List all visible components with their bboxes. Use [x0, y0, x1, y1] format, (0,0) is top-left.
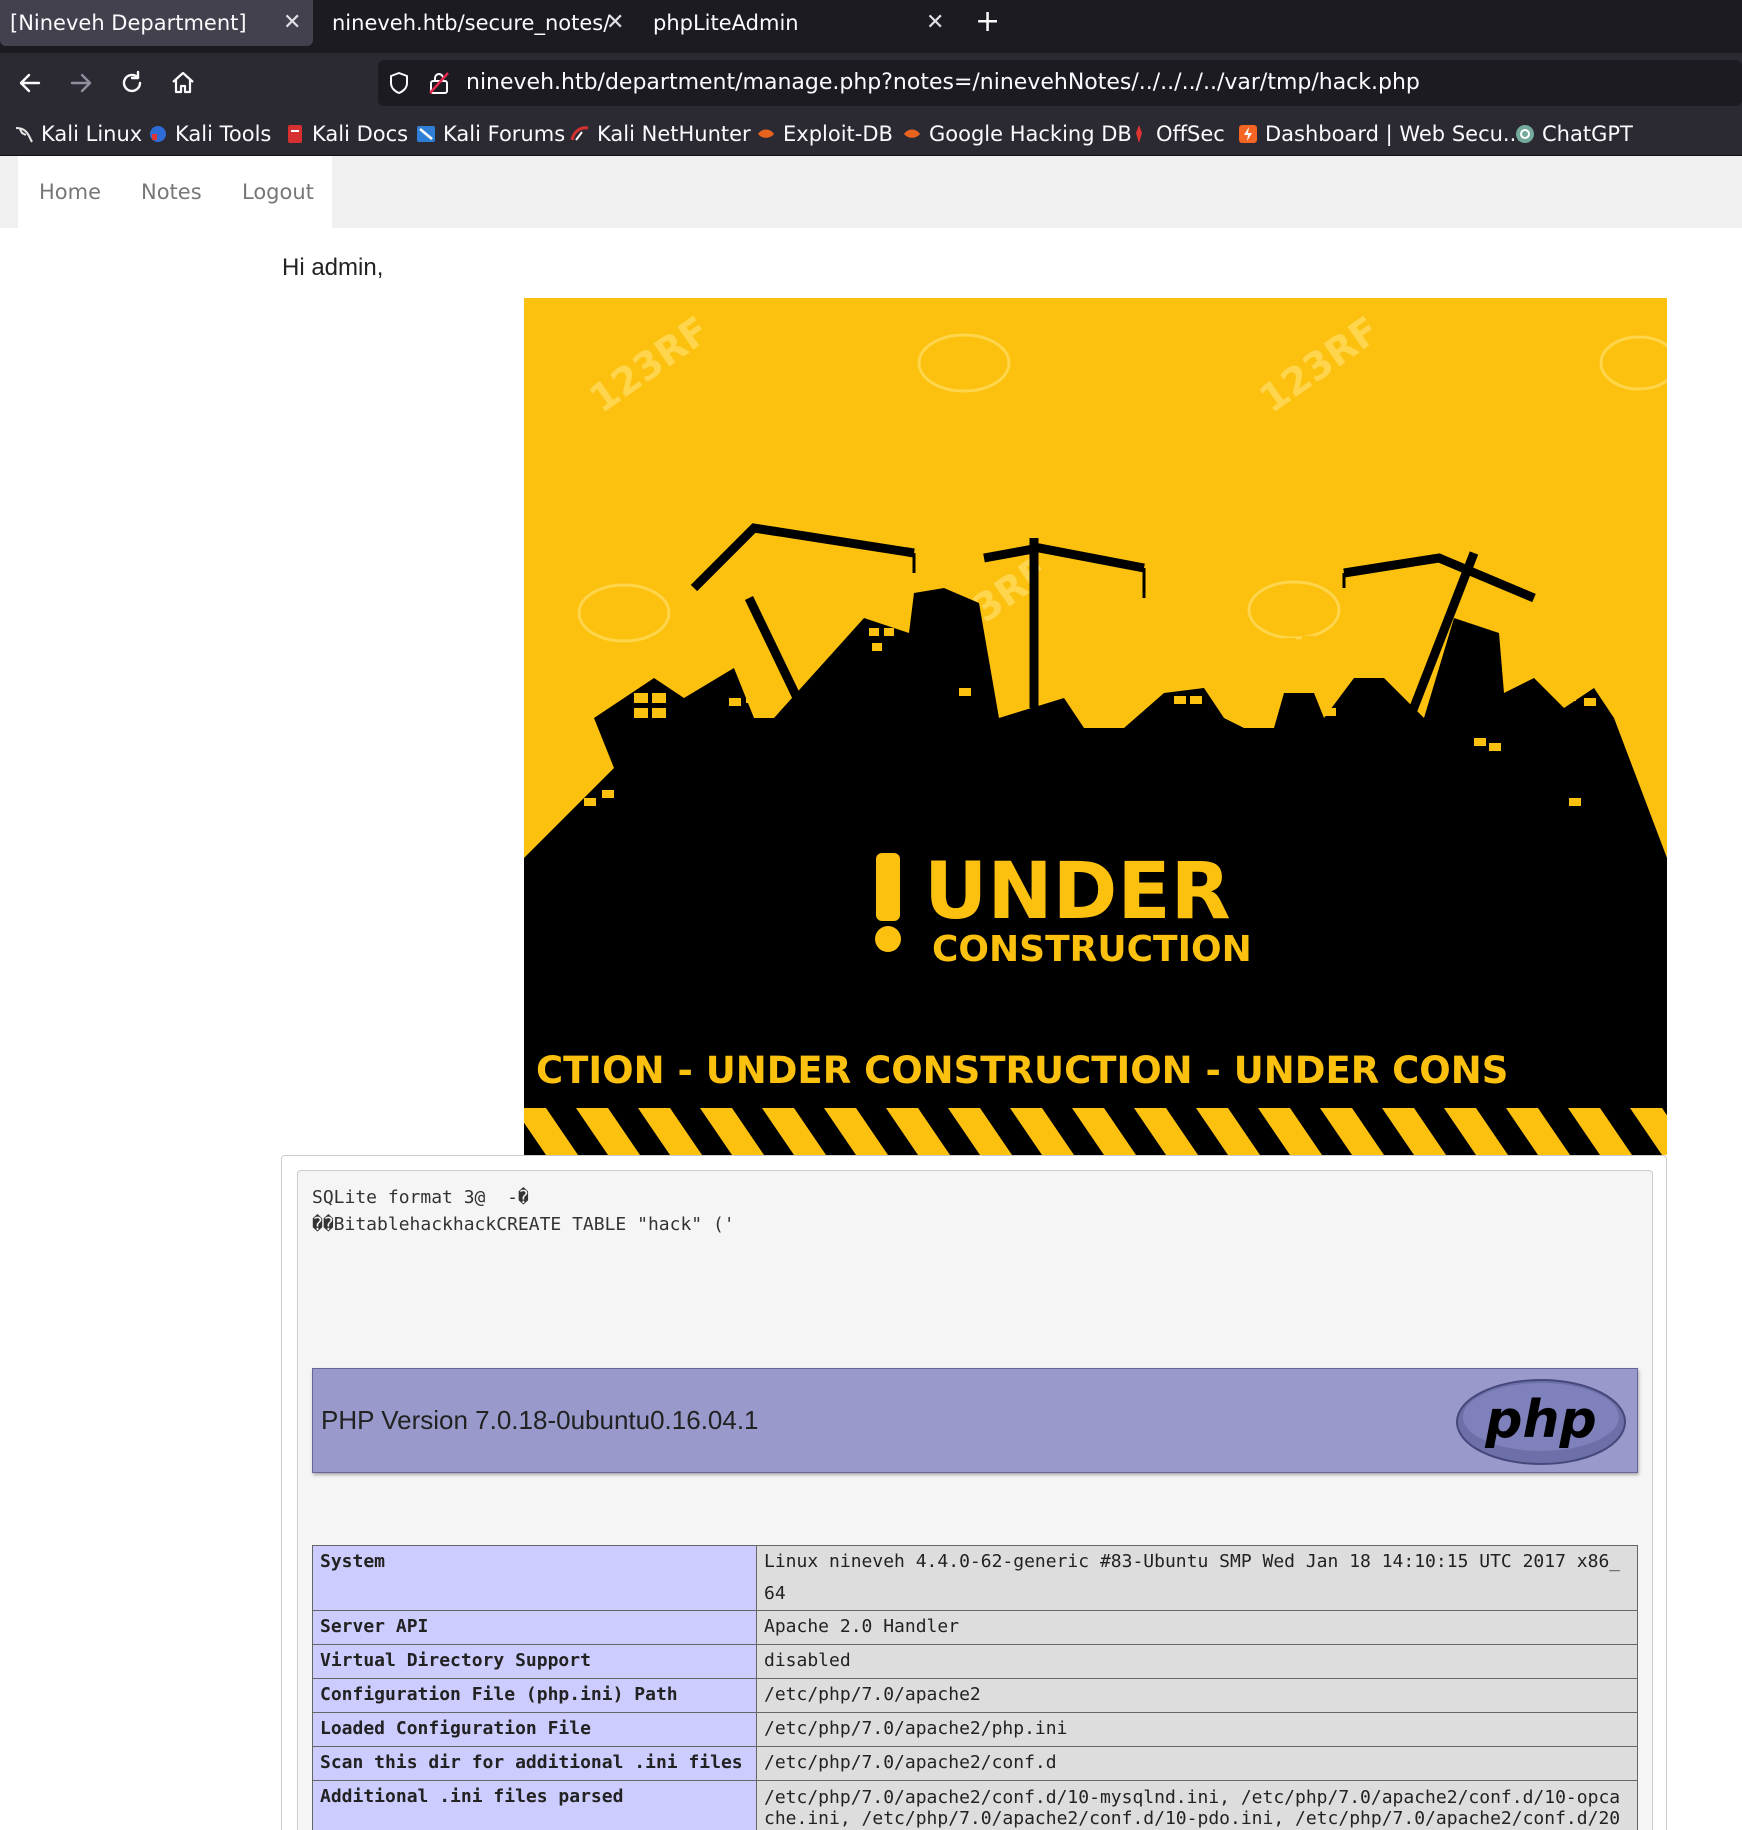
kali-tools-icon [150, 126, 166, 142]
site-navbar: Home Notes Logout [0, 156, 1742, 228]
tab-label: nineveh.htb/secure_notes/ [332, 11, 611, 35]
headline-under: UNDER [924, 847, 1231, 937]
row-value: disabled [756, 1644, 1638, 1679]
bookmark-label: Kali Tools [175, 122, 272, 146]
bookmark-label: Google Hacking DB [929, 122, 1132, 146]
tab-secure-notes[interactable]: nineveh.htb/secure_notes/ ✕ [322, 0, 624, 46]
table-row: Virtual Directory Support disabled [312, 1644, 1638, 1679]
url-bar[interactable]: nineveh.htb/department/manage.php?notes=… [378, 60, 1742, 106]
headline-construction: CONSTRUCTION [932, 929, 1252, 970]
table-row: Server API Apache 2.0 Handler [312, 1610, 1638, 1645]
php-version-text: PHP Version 7.0.18-0ubuntu0.16.04.1 [321, 1405, 759, 1435]
forward-button[interactable] [61, 63, 101, 103]
kali-docs-icon [288, 125, 302, 143]
reload-icon [122, 70, 142, 93]
ribbon-text: CTION - UNDER CONSTRUCTION - UNDER CONS [536, 1049, 1508, 1092]
php-logo-text: php [1484, 1390, 1596, 1450]
row-key: Configuration File (php.ini) Path [312, 1678, 757, 1713]
bookmark-label: Kali Docs [312, 122, 409, 146]
row-key: Loaded Configuration File [312, 1712, 757, 1747]
row-value: /etc/php/7.0/apache2/php.ini [756, 1712, 1638, 1747]
ghdb-icon [904, 129, 920, 138]
nav-link-notes[interactable]: Notes [141, 156, 202, 228]
row-key: System [312, 1545, 757, 1611]
row-value: /etc/php/7.0/apache2/conf.d [756, 1746, 1638, 1781]
tab-bar: [Nineveh Department] ✕ nineveh.htb/secur… [0, 0, 1742, 53]
reload-button[interactable] [112, 63, 152, 103]
phpinfo-table: System Linux nineveh 4.4.0-62-generic #83… [312, 1545, 1638, 1830]
site-nav-links: Home Notes Logout [18, 156, 332, 228]
row-value: /etc/php/7.0/apache2 [756, 1678, 1638, 1713]
insecure-lock-icon[interactable] [428, 71, 450, 95]
tab-nineveh-department[interactable]: [Nineveh Department] ✕ [0, 0, 313, 46]
close-tab-icon[interactable]: ✕ [283, 0, 301, 46]
home-icon [172, 71, 194, 94]
bookmark-label: Kali NetHunter [597, 122, 751, 146]
arrow-left-icon [19, 73, 41, 93]
nav-link-logout[interactable]: Logout [242, 156, 314, 228]
bookmark-label: Dashboard | Web Secu... [1265, 122, 1523, 146]
home-button[interactable] [163, 63, 203, 103]
bookmark-label: OffSec [1156, 122, 1225, 146]
bookmark-label: ChatGPT [1542, 122, 1633, 146]
table-row: Scan this dir for additional .ini files /… [312, 1746, 1638, 1781]
close-tab-icon[interactable]: ✕ [606, 0, 624, 46]
tab-phpliteadmin[interactable]: phpLiteAdmin ✕ [643, 0, 944, 46]
bookmark-label: Exploit-DB [783, 122, 893, 146]
table-row: Additional .ini files parsed/etc/php/7.0… [312, 1780, 1638, 1830]
bookmark-label: Kali Forums [443, 122, 566, 146]
row-key: Additional .ini files parsed [312, 1780, 757, 1830]
back-button[interactable] [10, 63, 50, 103]
table-row: System Linux nineveh 4.4.0-62-generic #83… [312, 1545, 1638, 1611]
row-value: /etc/php/7.0/apache2/conf.d/10-mysqlnd.i… [756, 1780, 1638, 1830]
new-tab-button[interactable]: + [975, 0, 1000, 46]
arrow-right-icon [70, 73, 92, 93]
sqlite-table-text: ��BitablehackhackCREATE TABLE "hack" (' [312, 1214, 735, 1235]
sqlite-header-text: SQLite format 3@ -� [312, 1187, 529, 1208]
under-construction-image: 123RF 123RF 123RF UNDER CONSTRUCTION CTI… [524, 298, 1667, 1155]
exploit-db-icon [758, 129, 774, 138]
row-value: Apache 2.0 Handler [756, 1610, 1638, 1645]
navigation-toolbar: nineveh.htb/department/manage.php?notes=… [0, 53, 1742, 113]
php-logo: php [1456, 1379, 1626, 1465]
row-value: Linux nineveh 4.4.0-62-generic #83-Ubunt… [756, 1545, 1638, 1611]
kali-forums-icon [417, 126, 435, 142]
row-key: Virtual Directory Support [312, 1644, 757, 1679]
offsec-icon [1136, 125, 1142, 143]
bookmark-label: Kali Linux [41, 122, 143, 146]
tab-label: phpLiteAdmin [653, 11, 799, 35]
portswigger-icon [1239, 125, 1257, 143]
nav-link-home[interactable]: Home [39, 156, 101, 228]
close-tab-icon[interactable]: ✕ [926, 0, 944, 46]
tab-label: [Nineveh Department] [10, 11, 247, 35]
row-key: Scan this dir for additional .ini files [312, 1746, 757, 1781]
bookmarks-toolbar: Kali Linux Kali Tools Kali Docs Kali For… [0, 113, 1742, 156]
table-row: Configuration File (php.ini) Path/etc/ph… [312, 1678, 1638, 1713]
table-row: Loaded Configuration File/etc/php/7.0/ap… [312, 1712, 1638, 1747]
phpinfo-header: PHP Version 7.0.18-0ubuntu0.16.04.1 php [312, 1368, 1638, 1473]
nethunter-icon [570, 126, 589, 141]
shield-icon[interactable] [388, 71, 410, 95]
kali-dragon-icon [15, 127, 33, 143]
greeting-text: Hi admin, [282, 254, 384, 281]
row-key: Server API [312, 1610, 757, 1645]
chatgpt-icon [1516, 125, 1534, 143]
url-text[interactable]: nineveh.htb/department/manage.php?notes=… [466, 60, 1420, 106]
